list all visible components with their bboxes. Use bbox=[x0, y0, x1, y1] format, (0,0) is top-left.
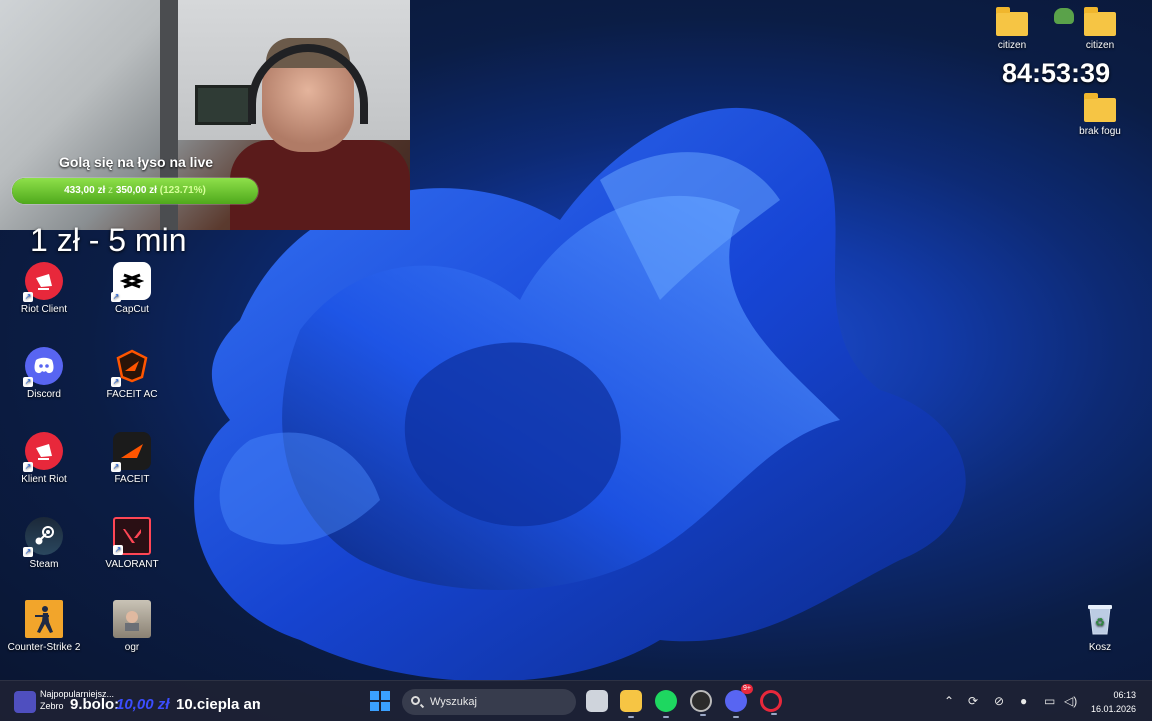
ticker-item-1-amount: 10,00 zł bbox=[116, 696, 170, 713]
opera-gx-icon[interactable] bbox=[760, 690, 782, 715]
discord-taskbar-icon[interactable]: 9+ bbox=[725, 684, 753, 718]
desktop-icon-label: FACEIT bbox=[114, 474, 150, 485]
steam-icon: ↗ bbox=[23, 517, 63, 557]
desktop-icon-label: FACEIT AC bbox=[106, 389, 158, 400]
desktop-icon-counter-strike-2[interactable]: Counter-Strike 2 bbox=[2, 600, 86, 653]
desktop-icon-valorant[interactable]: ↗ VALORANT bbox=[90, 517, 174, 570]
webcam-aquarium bbox=[195, 85, 251, 125]
desktop-icon-label: Discord bbox=[27, 389, 61, 400]
folder-icon bbox=[1084, 7, 1116, 36]
desktop-icon-faceit[interactable]: ↗ FACEIT bbox=[90, 432, 174, 485]
clock-date: 16.01.2026 bbox=[1090, 704, 1136, 714]
valorant-icon: ↗ bbox=[113, 517, 151, 555]
desktop-icon-label: CapCut bbox=[115, 304, 149, 315]
taskbar-search[interactable]: Wyszukaj bbox=[402, 689, 576, 715]
desktop-icon-klient-riot[interactable]: ↗ Klient Riot bbox=[2, 432, 86, 485]
folder-icon bbox=[996, 7, 1028, 36]
capcut-icon: ↗ bbox=[111, 262, 151, 302]
desktop-icon-label: ogr bbox=[124, 642, 140, 653]
desktop-icon-label: Klient Riot bbox=[21, 474, 67, 485]
desktop-icon-label: Counter-Strike 2 bbox=[7, 642, 81, 653]
donation-progress-bar: 433,00 zł z 350,00 zł (123.71%) bbox=[12, 178, 258, 204]
shortcut-arrow-icon: ↗ bbox=[113, 545, 123, 555]
desktop-icon-kosz[interactable]: ♻ Kosz bbox=[1058, 600, 1142, 653]
desktop-icon-citizen-2[interactable]: citizen bbox=[1058, 7, 1142, 51]
progress-current: 433,00 zł bbox=[64, 185, 106, 196]
shortcut-arrow-icon: ↗ bbox=[23, 547, 33, 557]
faceit-ac-icon: ↗ bbox=[111, 347, 151, 387]
progress-percentage: (123.71%) bbox=[159, 185, 206, 196]
desktop-icon-label: Steam bbox=[29, 559, 59, 570]
riot-client-icon: ↗ bbox=[23, 262, 63, 302]
ticker-avatar-icon bbox=[14, 691, 36, 713]
sync-icon[interactable]: ⟳ bbox=[968, 694, 978, 708]
start-button[interactable] bbox=[370, 691, 390, 711]
shortcut-arrow-icon: ↗ bbox=[23, 292, 33, 302]
microphone-icon[interactable]: ● bbox=[1020, 694, 1027, 708]
shortcut-arrow-icon: ↗ bbox=[23, 462, 33, 472]
desktop-icon-label: Kosz bbox=[1088, 642, 1112, 653]
file-explorer-icon[interactable] bbox=[620, 690, 642, 718]
shortcut-arrow-icon: ↗ bbox=[111, 377, 121, 387]
taskbar: Najpopularniejsz... Zebro 9.bolo: 10,00 … bbox=[0, 680, 1152, 721]
desktop-icon-steam[interactable]: ↗ Steam bbox=[2, 517, 86, 570]
shortcut-arrow-icon: ↗ bbox=[111, 462, 121, 472]
search-placeholder: Wyszukaj bbox=[430, 696, 477, 708]
task-view-icon[interactable] bbox=[586, 690, 608, 712]
clock-time: 06:13 bbox=[1113, 690, 1136, 700]
donation-progress-text: 433,00 zł z 350,00 zł (123.71%) bbox=[12, 178, 258, 204]
desktop-icon-citizen-1[interactable]: citizen bbox=[970, 7, 1054, 51]
desktop-icon-riot-client[interactable]: ↗ Riot Client bbox=[2, 262, 86, 315]
desktop-icon-label: Riot Client bbox=[20, 304, 68, 315]
progress-goal: 350,00 zł bbox=[115, 185, 157, 196]
donation-ticker: Najpopularniejsz... Zebro 9.bolo: 10,00 … bbox=[0, 681, 260, 721]
search-icon bbox=[411, 696, 420, 705]
spotify-icon[interactable] bbox=[655, 690, 677, 718]
network-icon[interactable]: ▭ bbox=[1044, 694, 1055, 708]
obs-icon[interactable] bbox=[690, 690, 712, 716]
taskbar-clock[interactable]: 06:13 16.01.2026 bbox=[1091, 688, 1136, 716]
desktop-icon-label: citizen bbox=[1085, 40, 1115, 51]
desktop-icon-discord[interactable]: ↗ Discord bbox=[2, 347, 86, 400]
counter-strike-icon bbox=[25, 600, 63, 638]
discord-icon: ↗ bbox=[23, 347, 63, 387]
donation-goal-title: Golą się na łyso na live bbox=[58, 154, 214, 170]
photo-icon bbox=[113, 600, 151, 638]
desktop-icon-ogr[interactable]: ogr bbox=[90, 600, 174, 653]
donation-rate-text: 1 zł - 5 min bbox=[30, 222, 187, 258]
faceit-icon: ↗ bbox=[111, 432, 151, 472]
progress-separator: z bbox=[108, 185, 114, 196]
recycle-bin-icon: ♻ bbox=[1081, 600, 1119, 638]
ticker-item-2: 10.ciepla amo bbox=[176, 696, 260, 713]
chevron-up-icon[interactable]: ⌃ bbox=[944, 694, 954, 708]
desktop-icon-capcut[interactable]: ↗ CapCut bbox=[90, 262, 174, 315]
stream-timer: 84:53:39 bbox=[1002, 58, 1111, 88]
svg-text:♻: ♻ bbox=[1095, 616, 1105, 629]
ticker-popular-sub: Zebro bbox=[40, 701, 64, 711]
desktop-icon-faceit-ac[interactable]: ↗ FACEIT AC bbox=[90, 347, 174, 400]
desktop-icon-label: citizen bbox=[997, 40, 1027, 51]
notifications-off-icon[interactable]: ⊘ bbox=[994, 694, 1004, 708]
desktop-icon-brak-fogu[interactable]: brak fogu bbox=[1058, 93, 1142, 137]
desktop-icon-label: brak fogu bbox=[1079, 126, 1121, 137]
shortcut-arrow-icon: ↗ bbox=[23, 377, 33, 387]
shortcut-arrow-icon: ↗ bbox=[111, 292, 121, 302]
folder-icon bbox=[1084, 93, 1116, 122]
ticker-item-1: 9.bolo: bbox=[70, 696, 120, 713]
discord-notification-badge: 9+ bbox=[741, 684, 753, 694]
desktop-icon-label: VALORANT bbox=[105, 559, 159, 570]
riot-client-icon: ↗ bbox=[23, 432, 63, 472]
volume-icon[interactable]: ◁) bbox=[1064, 694, 1077, 708]
